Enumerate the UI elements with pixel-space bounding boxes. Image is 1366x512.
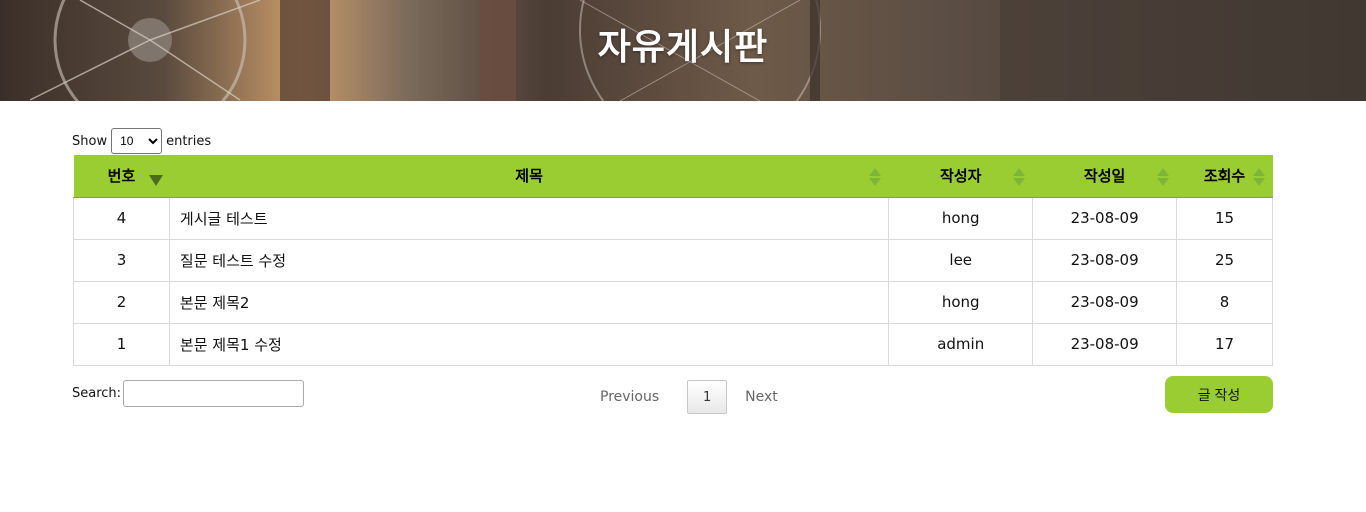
column-header-writer[interactable]: 작성자 bbox=[888, 155, 1033, 198]
page-title: 자유게시판 bbox=[597, 27, 769, 68]
post-views: 17 bbox=[1176, 322, 1273, 366]
board-table: 번호 제목 작성자 작성일 조회수 4 게시글 테스트 hong 23-08-0… bbox=[73, 155, 1273, 366]
table-row[interactable]: 4 게시글 테스트 hong 23-08-09 15 bbox=[73, 196, 1273, 240]
sort-desc-icon bbox=[149, 168, 164, 186]
post-date: 23-08-09 bbox=[1032, 196, 1178, 240]
length-suffix-label: entries bbox=[166, 133, 212, 149]
length-prefix-label: Show bbox=[72, 133, 108, 149]
sort-both-icon bbox=[868, 168, 881, 186]
sort-both-icon bbox=[1012, 168, 1025, 186]
entries-length-select[interactable]: 10 bbox=[111, 128, 163, 154]
post-writer: admin bbox=[888, 322, 1034, 366]
post-writer: lee bbox=[888, 238, 1034, 282]
search-control: Search: bbox=[72, 380, 305, 407]
entries-length-control: Show 10 entries bbox=[72, 128, 211, 154]
write-post-button[interactable]: 글 작성 bbox=[1165, 376, 1273, 413]
sort-both-icon bbox=[1156, 168, 1169, 186]
header-banner: 자유게시판 bbox=[0, 0, 1366, 101]
post-title-link[interactable]: 본문 제목2 bbox=[168, 280, 890, 324]
page-button-current[interactable]: 1 bbox=[687, 380, 728, 414]
sort-both-icon bbox=[1252, 168, 1265, 186]
post-title-link[interactable]: 게시글 테스트 bbox=[168, 196, 890, 240]
post-writer: hong bbox=[888, 196, 1034, 240]
post-number: 1 bbox=[73, 322, 170, 366]
column-header-label: 작성자 bbox=[940, 167, 982, 186]
search-label: Search: bbox=[72, 386, 122, 401]
post-title-link[interactable]: 본문 제목1 수정 bbox=[168, 322, 890, 366]
post-writer: hong bbox=[888, 280, 1034, 324]
table-row[interactable]: 1 본문 제목1 수정 admin 23-08-09 17 bbox=[73, 322, 1273, 366]
column-header-number[interactable]: 번호 bbox=[73, 155, 170, 198]
post-number: 4 bbox=[73, 196, 170, 240]
column-header-views[interactable]: 조회수 bbox=[1176, 155, 1273, 198]
table-header-row: 번호 제목 작성자 작성일 조회수 bbox=[73, 155, 1273, 198]
column-header-date[interactable]: 작성일 bbox=[1032, 155, 1177, 198]
post-date: 23-08-09 bbox=[1032, 322, 1178, 366]
column-header-label: 번호 bbox=[107, 167, 136, 186]
table-row[interactable]: 2 본문 제목2 hong 23-08-09 8 bbox=[73, 280, 1273, 324]
table-row[interactable]: 3 질문 테스트 수정 lee 23-08-09 25 bbox=[73, 238, 1273, 282]
search-input[interactable] bbox=[123, 380, 305, 407]
previous-page-button[interactable]: Previous bbox=[590, 389, 669, 405]
post-title-link[interactable]: 질문 테스트 수정 bbox=[168, 238, 890, 282]
next-page-button[interactable]: Next bbox=[735, 389, 788, 405]
column-header-title[interactable]: 제목 bbox=[169, 155, 889, 198]
post-date: 23-08-09 bbox=[1032, 280, 1178, 324]
post-views: 8 bbox=[1176, 280, 1273, 324]
post-date: 23-08-09 bbox=[1032, 238, 1178, 282]
post-number: 3 bbox=[73, 238, 170, 282]
column-header-label: 작성일 bbox=[1083, 167, 1126, 186]
pagination: Previous 1 Next bbox=[590, 380, 788, 414]
post-views: 25 bbox=[1176, 238, 1273, 282]
post-number: 2 bbox=[73, 280, 170, 324]
post-views: 15 bbox=[1176, 196, 1273, 240]
column-header-label: 제목 bbox=[515, 167, 543, 186]
column-header-label: 조회수 bbox=[1203, 167, 1246, 186]
